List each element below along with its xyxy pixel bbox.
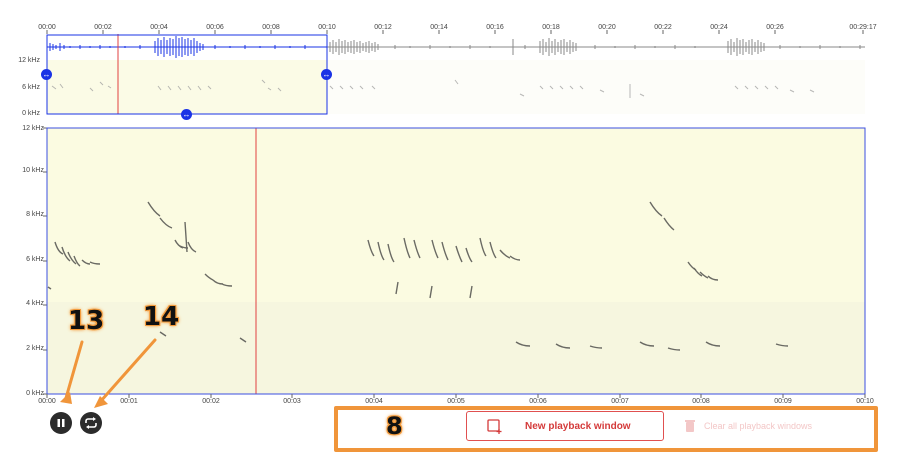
overview-panel[interactable]: 00:00 00:02 00:04 00:06 00:08 00:10 00:1… — [0, 0, 900, 122]
loop-button[interactable] — [80, 412, 102, 434]
main-time-tick: 00:00 — [38, 398, 56, 405]
new-playback-window-label: New playback window — [525, 420, 631, 432]
overview-waveform-spectrogram — [46, 34, 865, 115]
selection-right-handle[interactable]: ↔ — [321, 69, 332, 80]
annotation-8: 8 — [386, 412, 403, 440]
main-spectrogram-canvas — [43, 127, 866, 398]
main-time-tick: 00:08 — [692, 398, 710, 405]
clear-all-playback-windows-button[interactable]: Clear all playback windows — [684, 411, 870, 441]
main-time-tick: 00:02 — [202, 398, 220, 405]
pause-icon — [57, 419, 65, 427]
main-time-tick: 00:05 — [447, 398, 465, 405]
annotation-14: 14 — [143, 302, 180, 332]
main-time-tick: 00:06 — [529, 398, 547, 405]
overview-time-ruler: 00:00 00:02 00:04 00:06 00:08 00:10 00:1… — [0, 0, 900, 34]
new-playback-window-button[interactable]: New playback window — [466, 411, 664, 441]
main-time-tick: 00:03 — [283, 398, 301, 405]
main-time-tick: 00:04 — [365, 398, 383, 405]
add-window-icon — [487, 419, 502, 434]
main-time-tick: 00:10 — [856, 398, 874, 405]
annotation-13: 13 — [68, 306, 105, 336]
trash-icon — [685, 420, 695, 432]
repeat-icon — [85, 417, 97, 429]
playback-window-toolbar: 8 New playback window Clear all playback… — [334, 406, 878, 452]
main-time-tick: 00:01 — [120, 398, 138, 405]
main-time-tick: 00:07 — [611, 398, 629, 405]
selection-left-handle[interactable]: ↔ — [41, 69, 52, 80]
clear-all-playback-windows-label: Clear all playback windows — [704, 421, 813, 431]
main-time-tick: 00:09 — [774, 398, 792, 405]
selection-bottom-handle[interactable]: ↔ — [181, 109, 192, 120]
pause-button[interactable] — [50, 412, 72, 434]
main-spectrogram-panel[interactable]: 12 kHz 10 kHz 8 kHz 6 kHz 4 kHz 2 kHz 0 … — [0, 122, 900, 410]
